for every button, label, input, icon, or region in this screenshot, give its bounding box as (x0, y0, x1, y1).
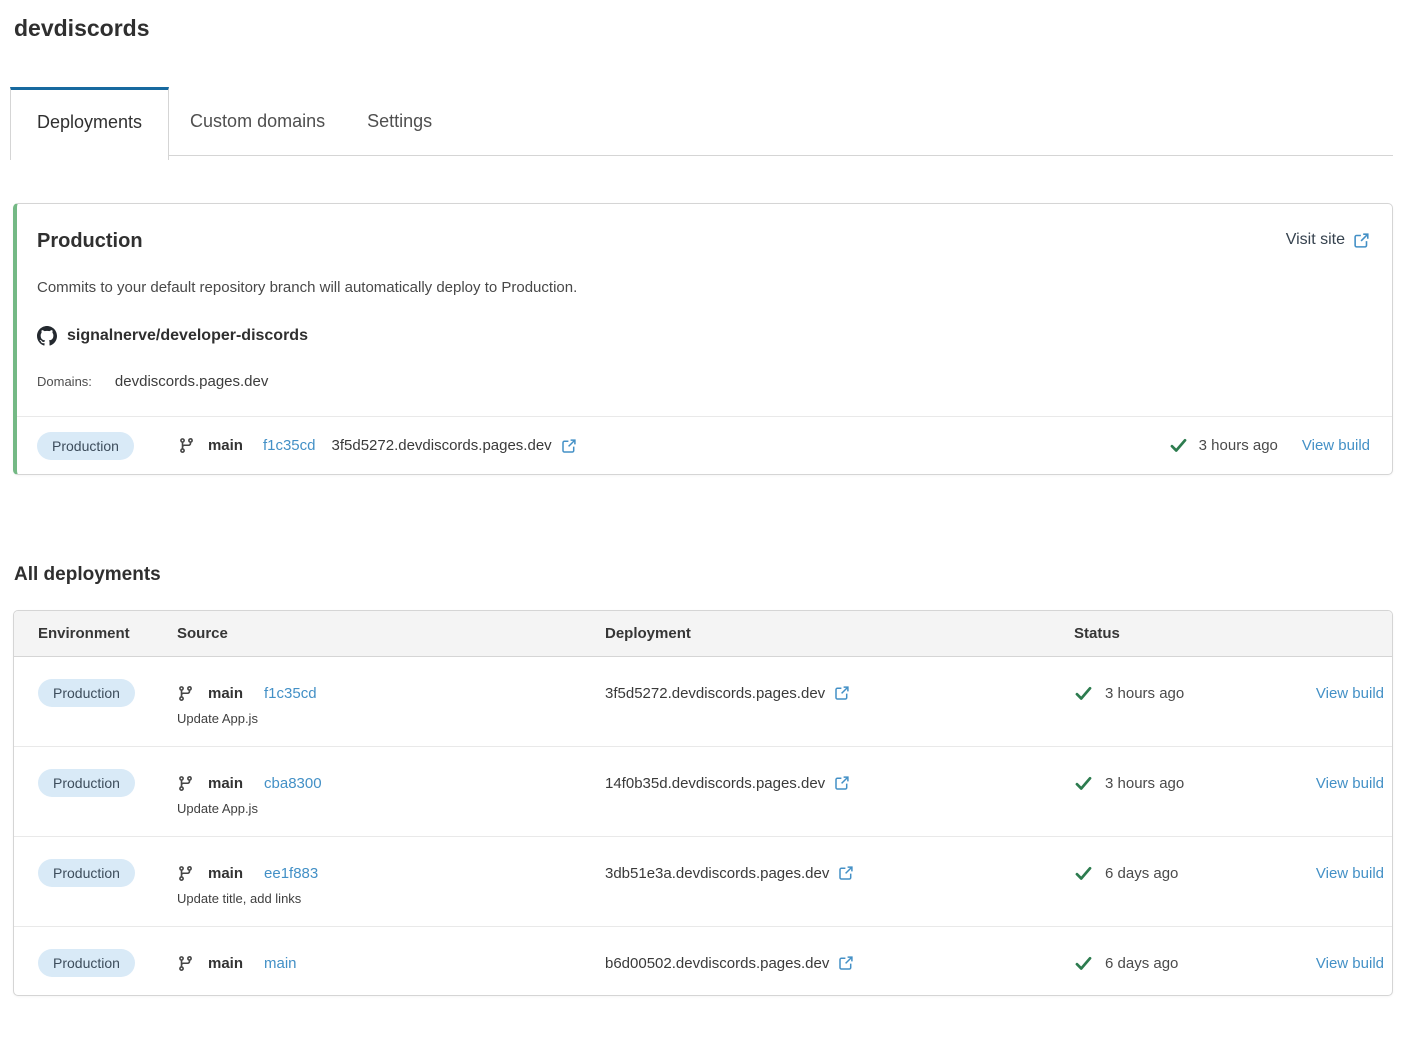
production-card-body: Production Visit site Commits to your de… (17, 204, 1392, 416)
external-link-icon (561, 438, 577, 454)
repo-name: signalnerve/developer-discords (67, 327, 308, 345)
all-deployments-title: All deployments (14, 563, 1393, 587)
domains-value: devdiscords.pages.dev (115, 373, 268, 390)
github-icon (37, 326, 57, 346)
tab-deployments[interactable]: Deployments (10, 87, 169, 160)
branch-name: main (208, 775, 243, 792)
external-link-icon (834, 685, 850, 701)
view-build-link[interactable]: View build (1316, 685, 1384, 702)
tab-settings[interactable]: Settings (346, 87, 453, 155)
deployment-url-link[interactable]: 14f0b35d.devdiscords.pages.dev (605, 775, 850, 792)
git-branch-icon (178, 437, 195, 454)
check-icon (1074, 684, 1093, 703)
external-link-icon (1353, 232, 1370, 249)
domains-line: Domains: devdiscords.pages.dev (37, 373, 1370, 390)
deployment-url-link[interactable]: b6d00502.devdiscords.pages.dev (605, 955, 854, 972)
commit-message: Update App.js (177, 800, 605, 818)
commit-link[interactable]: f1c35cd (263, 437, 316, 454)
git-branch-icon (177, 955, 194, 972)
git-branch-icon (177, 865, 194, 882)
check-icon (1169, 436, 1188, 455)
domains-label: Domains: (37, 374, 92, 389)
check-icon (1074, 774, 1093, 793)
production-deployment-row: Production main f1c35cd 3f5d5272.devdisc… (17, 416, 1392, 474)
column-header-source: Source (177, 625, 605, 642)
tab-custom-domains[interactable]: Custom domains (169, 87, 346, 155)
environment-badge: Production (38, 859, 135, 887)
page: devdiscords Deployments Custom domains S… (0, 0, 1413, 996)
external-link-icon (834, 775, 850, 791)
page-title: devdiscords (13, 12, 1393, 42)
repo-line: signalnerve/developer-discords (37, 326, 1370, 346)
branch-name: main (208, 955, 243, 972)
status-time: 3 hours ago (1105, 685, 1184, 702)
check-icon (1074, 864, 1093, 883)
column-header-deployment: Deployment (605, 625, 1074, 642)
deployment-row: Production main ee1f883 Update title, ad… (14, 836, 1392, 926)
deployment-row: Production main f1c35cd Update App.js 3f… (14, 657, 1392, 746)
production-title: Production (37, 229, 143, 253)
commit-link[interactable]: ee1f883 (264, 865, 318, 882)
deployment-url: 3f5d5272.devdiscords.pages.dev (332, 437, 552, 454)
deployment-url-link[interactable]: 3f5d5272.devdiscords.pages.dev (332, 437, 577, 454)
external-link-icon (838, 955, 854, 971)
deployment-row: Production main main b6d00502.devdiscord… (14, 926, 1392, 995)
visit-site-label: Visit site (1286, 229, 1345, 251)
deployment-url: b6d00502.devdiscords.pages.dev (605, 955, 829, 972)
table-header-row: Environment Source Deployment Status (14, 611, 1392, 657)
status-time: 3 hours ago (1199, 437, 1278, 454)
tab-bar: Deployments Custom domains Settings (13, 87, 1393, 156)
commit-link[interactable]: cba8300 (264, 775, 322, 792)
branch-name: main (208, 865, 243, 882)
view-build-link[interactable]: View build (1316, 865, 1384, 882)
commit-message: Update title, add links (177, 890, 605, 908)
git-branch-icon (177, 775, 194, 792)
deployments-table: Environment Source Deployment Status Pro… (13, 610, 1393, 996)
production-description: Commits to your default repository branc… (37, 278, 1370, 298)
column-header-environment: Environment (38, 625, 177, 642)
environment-badge: Production (38, 679, 135, 707)
deployment-url-link[interactable]: 3f5d5272.devdiscords.pages.dev (605, 685, 850, 702)
status-time: 3 hours ago (1105, 775, 1184, 792)
status-time: 6 days ago (1105, 955, 1178, 972)
deployment-row: Production main cba8300 Update App.js 14… (14, 746, 1392, 836)
commit-link[interactable]: main (264, 955, 297, 972)
visit-site-link[interactable]: Visit site (1286, 229, 1370, 251)
deployment-url-link[interactable]: 3db51e3a.devdiscords.pages.dev (605, 865, 854, 882)
branch-name: main (208, 437, 243, 454)
commit-message: Update App.js (177, 710, 605, 728)
check-icon (1074, 954, 1093, 973)
status-time: 6 days ago (1105, 865, 1178, 882)
branch-name: main (208, 685, 243, 702)
deployment-url: 3db51e3a.devdiscords.pages.dev (605, 865, 829, 882)
view-build-link[interactable]: View build (1316, 955, 1384, 972)
external-link-icon (838, 865, 854, 881)
deployment-url: 3f5d5272.devdiscords.pages.dev (605, 685, 825, 702)
deployment-url: 14f0b35d.devdiscords.pages.dev (605, 775, 825, 792)
git-branch-icon (177, 685, 194, 702)
production-card: Production Visit site Commits to your de… (13, 203, 1393, 475)
table-body: Production main f1c35cd Update App.js 3f… (14, 657, 1392, 995)
environment-badge: Production (38, 949, 135, 977)
commit-link[interactable]: f1c35cd (264, 685, 317, 702)
column-header-status: Status (1074, 625, 1298, 642)
view-build-link[interactable]: View build (1302, 437, 1370, 454)
view-build-link[interactable]: View build (1316, 775, 1384, 792)
environment-badge: Production (38, 769, 135, 797)
environment-badge: Production (37, 432, 134, 460)
